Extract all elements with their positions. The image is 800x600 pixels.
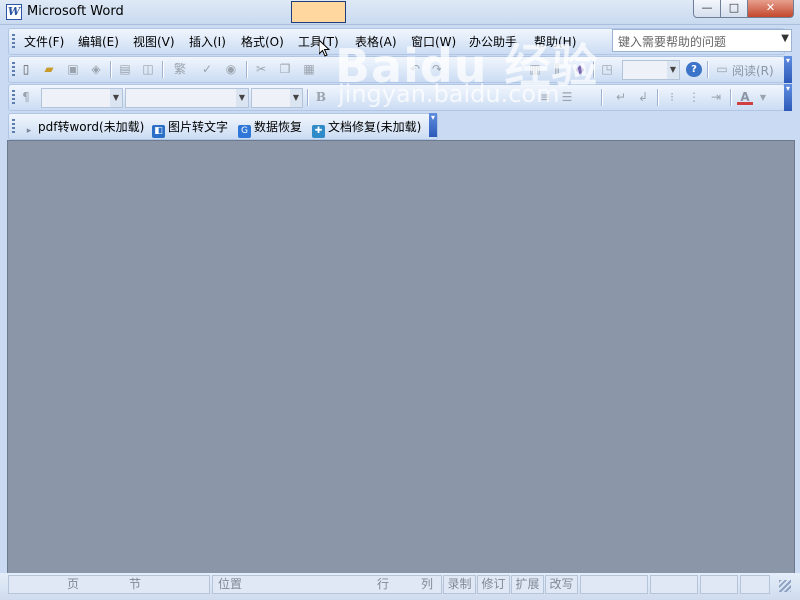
status-record[interactable]: 录制	[443, 575, 476, 594]
font-size-combo[interactable]: ▼	[251, 88, 303, 108]
chevron-down-icon[interactable]: ▼	[110, 89, 122, 107]
close-button[interactable]: ✕	[747, 0, 794, 18]
pdf-to-word-label: pdf转word(未加载)	[38, 120, 145, 134]
read-mode-button[interactable]: 阅读(R)	[732, 62, 774, 79]
toolbar-grip[interactable]	[12, 34, 15, 49]
status-page-section[interactable]: 页 节	[8, 575, 210, 594]
resize-grip-icon[interactable]	[779, 580, 791, 592]
chevron-down-icon[interactable]: ▼	[236, 89, 248, 107]
status-position[interactable]: 位置 行 列	[212, 575, 442, 594]
help-search-input[interactable]: 键入需要帮助的问题 ▼	[612, 29, 792, 52]
menu-hover-highlight	[291, 1, 346, 23]
new-document-icon[interactable]: ▯	[18, 62, 34, 77]
mouse-cursor-icon	[319, 40, 331, 57]
toolbar-separator	[307, 89, 309, 106]
title-bar[interactable]: W Microsoft Word — □ ✕	[0, 0, 800, 25]
chevron-down-icon[interactable]: ▼	[781, 33, 789, 44]
status-extra	[740, 575, 770, 594]
menu-view[interactable]: 视图(V)	[133, 33, 175, 50]
minimize-button[interactable]: —	[693, 0, 721, 18]
bold-button[interactable]: B	[313, 90, 329, 105]
help-search-placeholder: 键入需要帮助的问题	[618, 35, 727, 49]
status-section: 节	[129, 577, 142, 591]
paste-icon[interactable]: ▦	[301, 62, 317, 77]
save-icon[interactable]: ▣	[65, 62, 81, 77]
data-recovery-button[interactable]: G 数据恢复	[238, 118, 302, 138]
status-bar: 页 节 位置 行 列 录制 修订 扩展 改写	[0, 573, 800, 600]
read-mode-icon[interactable]: ▭	[714, 62, 730, 77]
pdf-to-word-button[interactable]: ▸ pdf转word(未加载)	[23, 118, 145, 138]
chevron-down-icon[interactable]: ▼	[290, 89, 302, 107]
status-language	[580, 575, 648, 594]
copy-icon[interactable]: ❐	[277, 62, 293, 77]
indent-icon[interactable]: ⇥	[708, 90, 724, 105]
pdf-icon: ▸	[26, 126, 32, 136]
show-formatting-icon[interactable]: ◳	[599, 62, 615, 77]
toolbar-grip[interactable]	[12, 119, 15, 134]
help-icon[interactable]: ?	[686, 62, 702, 77]
permission-icon[interactable]: ◈	[88, 62, 104, 77]
status-column: 列	[421, 577, 434, 591]
font-combo[interactable]: ▼	[125, 88, 249, 108]
document-area[interactable]	[7, 140, 795, 574]
toolbar-overflow-chevron[interactable]: ▾	[429, 113, 437, 137]
toolbar-separator	[657, 89, 659, 106]
chevron-down-icon[interactable]: ▼	[667, 61, 679, 79]
data-recovery-label: 数据恢复	[254, 120, 303, 134]
menu-insert[interactable]: 插入(I)	[189, 33, 226, 50]
word-app-icon[interactable]: W	[6, 4, 22, 20]
image-to-text-button[interactable]: ◧ 图片转文字	[152, 118, 228, 138]
image-to-text-label: 图片转文字	[168, 120, 229, 134]
style-combo[interactable]: ▼	[41, 88, 123, 108]
maximize-button[interactable]: □	[720, 0, 748, 18]
status-position-label: 位置	[218, 577, 243, 591]
text-direction-icon[interactable]: ↵	[613, 90, 629, 105]
chevron-down-icon[interactable]: ▼	[755, 90, 771, 105]
toolbar-separator	[601, 89, 603, 106]
styles-icon[interactable]: ¶	[18, 90, 34, 105]
document-repair-label: 文档修复(未加载)	[328, 120, 422, 134]
menu-file[interactable]: 文件(F)	[24, 33, 64, 50]
document-repair-button[interactable]: ✚ 文档修复(未加载)	[312, 118, 421, 138]
toolbar-grip[interactable]	[12, 62, 15, 77]
text-direction-rtl-icon[interactable]: ↲	[635, 90, 651, 105]
print-icon[interactable]: ▤	[117, 62, 133, 77]
status-line: 行	[377, 577, 390, 591]
status-spelling	[650, 575, 698, 594]
cut-icon[interactable]: ✂	[253, 62, 269, 77]
status-revise[interactable]: 修订	[477, 575, 510, 594]
ocr-icon: ◧	[152, 125, 165, 138]
toolbar-separator	[246, 61, 248, 78]
bullets-icon[interactable]: ⋮	[686, 90, 702, 105]
research-icon[interactable]: ◉	[223, 62, 239, 77]
open-folder-icon[interactable]: ▰	[41, 62, 57, 77]
menu-edit[interactable]: 编辑(E)	[78, 33, 119, 50]
status-extend[interactable]: 扩展	[511, 575, 544, 594]
spelling-icon[interactable]: ✓	[199, 62, 215, 77]
status-extra	[700, 575, 738, 594]
watermark-url: jingyan.baidu.com	[338, 80, 560, 108]
plugin-toolbar: ▸ pdf转word(未加载) ◧ 图片转文字 G 数据恢复 ✚ 文档修复(未加载)	[8, 113, 438, 140]
status-page: 页	[67, 577, 80, 591]
traditional-chinese-icon[interactable]: 繁	[169, 62, 191, 77]
toolbar-separator	[730, 89, 732, 106]
toolbar-separator	[707, 61, 709, 78]
toolbar-overflow-chevron[interactable]: ▾	[784, 84, 792, 111]
status-overtype[interactable]: 改写	[545, 575, 578, 594]
toolbar-overflow-chevron[interactable]: ▾	[784, 56, 792, 83]
repair-icon: ✚	[312, 125, 325, 138]
zoom-combo[interactable]: ▼	[622, 60, 680, 80]
window-title: Microsoft Word	[27, 4, 124, 19]
print-preview-icon[interactable]: ◫	[140, 62, 156, 77]
toolbar-separator	[110, 61, 112, 78]
toolbar-separator	[162, 61, 164, 78]
menu-format[interactable]: 格式(O)	[241, 33, 284, 50]
toolbar-grip[interactable]	[12, 90, 15, 105]
numbering-icon[interactable]: ⁝	[664, 90, 680, 105]
recovery-icon: G	[238, 125, 251, 138]
font-color-button[interactable]: A	[737, 90, 753, 105]
